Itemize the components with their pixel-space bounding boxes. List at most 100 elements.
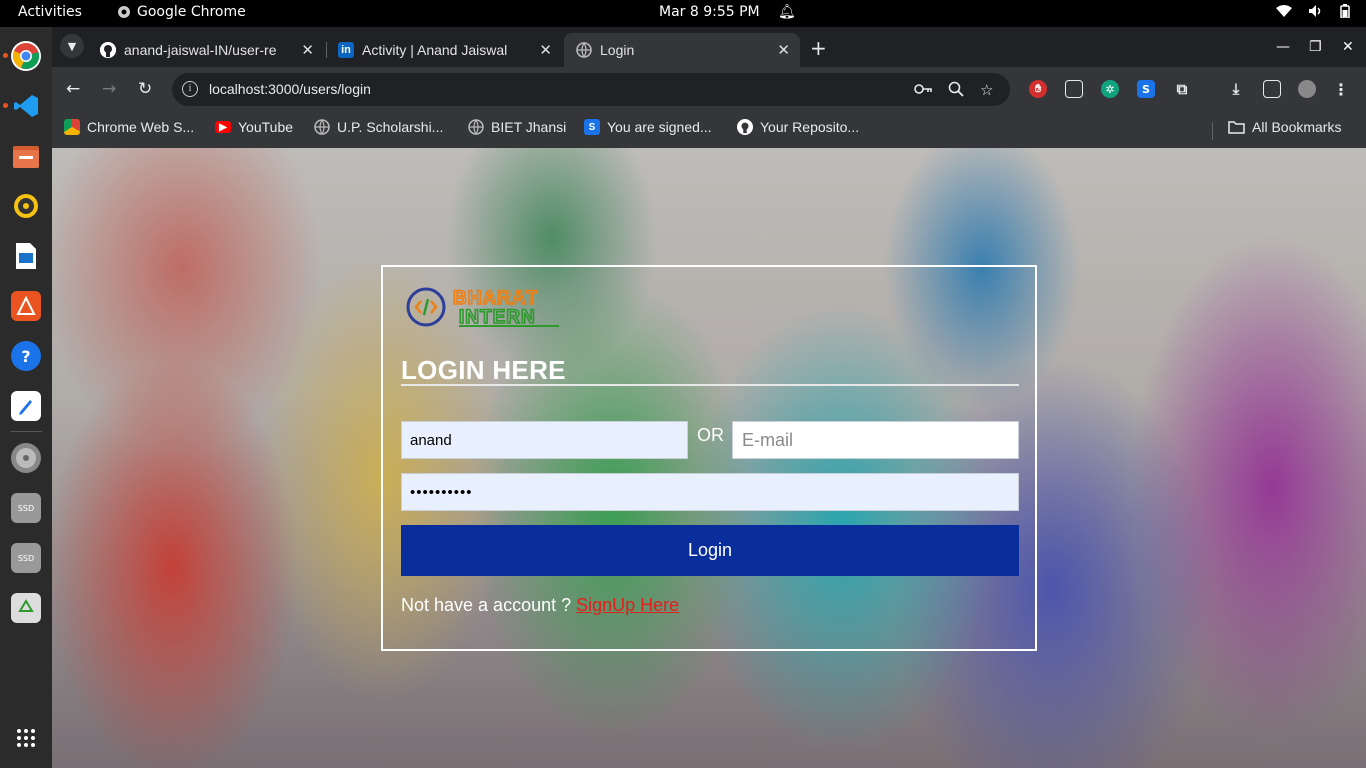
login-heading: LOGIN HERE xyxy=(401,355,566,385)
dock: ? SSD SSD xyxy=(0,27,52,768)
running-indicator xyxy=(3,53,8,58)
maximize-icon[interactable]: ❐ xyxy=(1309,39,1322,55)
all-bookmarks-label: All Bookmarks xyxy=(1252,119,1342,135)
system-top-bar: Activities Google Chrome Mar 8 9:55 PM 🔔… xyxy=(0,0,1366,27)
drive-ssd-icon[interactable]: SSD xyxy=(11,543,41,573)
folder-icon xyxy=(1228,121,1245,134)
bookmark-item[interactable]: Your Reposito... xyxy=(737,119,859,135)
bookmarks-bar: Chrome Web S... ▶ YouTube U.P. Scholarsh… xyxy=(52,112,1366,148)
download-icon[interactable]: ⤓ xyxy=(1227,80,1245,98)
tab-search-chevron-down-icon[interactable]: ▼ xyxy=(60,34,84,58)
clock[interactable]: Mar 8 9:55 PM xyxy=(659,4,760,20)
drive-ssd-icon[interactable]: SSD xyxy=(11,493,41,523)
disc-icon[interactable] xyxy=(11,443,41,473)
tab-label: Login xyxy=(600,42,635,58)
rhythmbox-icon[interactable] xyxy=(11,191,41,221)
bookmark-label: Chrome Web S... xyxy=(87,119,195,135)
address-bar[interactable]: i localhost:3000/users/login ☆ xyxy=(172,73,1010,106)
tab-close-icon[interactable]: ✕ xyxy=(539,41,552,59)
svg-text:INTERN: INTERN xyxy=(459,307,536,328)
vscode-icon[interactable] xyxy=(11,91,41,121)
text-editor-icon[interactable] xyxy=(11,391,41,421)
profile-avatar[interactable] xyxy=(1298,80,1316,98)
tab-login[interactable]: Login ✕ xyxy=(564,33,800,67)
tab-strip: ▼ anand-jaiswal-IN/user-re ✕ in Activity… xyxy=(52,27,1366,67)
globe-icon xyxy=(468,119,484,135)
or-separator-text: OR xyxy=(697,425,724,445)
extension-s-icon[interactable]: S xyxy=(1137,80,1155,98)
extensions-puzzle-icon[interactable]: ⧉ xyxy=(1173,80,1191,98)
system-tray[interactable] xyxy=(1276,4,1350,18)
show-apps-icon[interactable] xyxy=(11,723,41,753)
svg-text:BHARAT: BHARAT xyxy=(453,288,538,309)
volume-icon xyxy=(1309,5,1321,17)
wifi-icon xyxy=(1276,5,1292,17)
battery-icon xyxy=(1340,4,1350,18)
dock-separator xyxy=(10,431,42,432)
extension-chatgpt-icon[interactable]: ✲ xyxy=(1101,80,1119,98)
forward-arrow-icon[interactable]: → xyxy=(102,79,116,99)
window-close-icon[interactable]: ✕ xyxy=(1342,39,1354,55)
bookmark-item[interactable]: BIET Jhansi xyxy=(468,119,566,135)
page-viewport: BHARAT INTERN LOGIN HERE OR Login Not ha… xyxy=(52,148,1366,768)
tab-close-icon[interactable]: ✕ xyxy=(777,41,790,59)
tab-github[interactable]: anand-jaiswal-IN/user-re ✕ xyxy=(88,33,324,67)
bookmark-item[interactable]: U.P. Scholarshi... xyxy=(314,119,443,135)
tab-label: anand-jaiswal-IN/user-re xyxy=(124,42,277,58)
login-button[interactable]: Login xyxy=(401,525,1019,576)
side-panel-icon[interactable] xyxy=(1263,80,1281,98)
notification-bell-icon[interactable]: 🔔︎ xyxy=(778,4,796,20)
new-tab-plus-icon[interactable]: + xyxy=(810,36,827,60)
tab-close-icon[interactable]: ✕ xyxy=(301,41,314,59)
youtube-icon: ▶ xyxy=(215,121,231,133)
username-input[interactable] xyxy=(401,421,688,459)
s-icon: S xyxy=(584,119,600,135)
zoom-icon[interactable] xyxy=(948,81,964,101)
chrome-icon[interactable] xyxy=(11,41,41,71)
back-arrow-icon[interactable]: ← xyxy=(66,79,80,99)
chrome-web-store-icon xyxy=(64,119,80,135)
bookmark-label: YouTube xyxy=(238,119,294,135)
bookmark-label: BIET Jhansi xyxy=(491,119,567,135)
all-bookmarks-button[interactable]: All Bookmarks xyxy=(1228,119,1341,135)
bookmark-item[interactable]: ▶ YouTube xyxy=(215,119,293,135)
chrome-small-icon xyxy=(118,6,130,18)
signup-prompt: Not have a account ? SignUp Here xyxy=(401,595,679,616)
menu-kebab-icon[interactable]: ⋮ xyxy=(1332,80,1350,99)
bookmark-item[interactable]: S You are signed... xyxy=(584,119,712,135)
linkedin-icon: in xyxy=(338,42,354,58)
bharat-intern-logo: BHARAT INTERN xyxy=(405,285,565,329)
tab-linkedin[interactable]: in Activity | Anand Jaiswal ✕ xyxy=(326,33,562,67)
activities-button[interactable]: Activities xyxy=(18,4,82,20)
bookmark-label: Your Reposito... xyxy=(760,119,860,135)
github-icon xyxy=(737,119,753,135)
globe-icon xyxy=(576,42,592,58)
help-icon[interactable]: ? xyxy=(11,341,41,371)
running-indicator xyxy=(3,103,8,108)
bookmark-star-icon[interactable]: ☆ xyxy=(980,81,993,99)
writer-icon[interactable] xyxy=(11,241,41,271)
github-icon xyxy=(100,42,116,58)
password-input[interactable] xyxy=(401,473,1019,511)
url-text[interactable]: localhost:3000/users/login xyxy=(209,81,371,97)
reload-icon[interactable]: ↻ xyxy=(138,79,152,99)
tab-label: Activity | Anand Jaiswal xyxy=(362,42,508,58)
email-input[interactable] xyxy=(732,421,1019,459)
globe-icon xyxy=(314,119,330,135)
password-key-icon[interactable] xyxy=(914,81,932,99)
bookmark-item[interactable]: Chrome Web S... xyxy=(64,119,194,135)
app-menu[interactable]: Google Chrome xyxy=(117,4,246,20)
login-form: BHARAT INTERN LOGIN HERE OR Login Not ha… xyxy=(381,265,1037,651)
bookmark-label: You are signed... xyxy=(607,119,712,135)
site-info-icon[interactable]: i xyxy=(182,81,198,97)
app-name-label: Google Chrome xyxy=(137,4,246,20)
files-icon[interactable] xyxy=(11,141,41,171)
signup-prompt-text: Not have a account ? xyxy=(401,595,577,615)
signup-link[interactable]: SignUp Here xyxy=(576,595,679,615)
bookmarks-separator xyxy=(1212,122,1213,140)
trash-icon[interactable] xyxy=(11,593,41,623)
minimize-icon[interactable]: — xyxy=(1276,39,1290,55)
extension-window-icon[interactable] xyxy=(1065,80,1083,98)
extension-hand-icon[interactable]: ✋︎ xyxy=(1029,80,1047,98)
app-center-icon[interactable] xyxy=(11,291,41,321)
